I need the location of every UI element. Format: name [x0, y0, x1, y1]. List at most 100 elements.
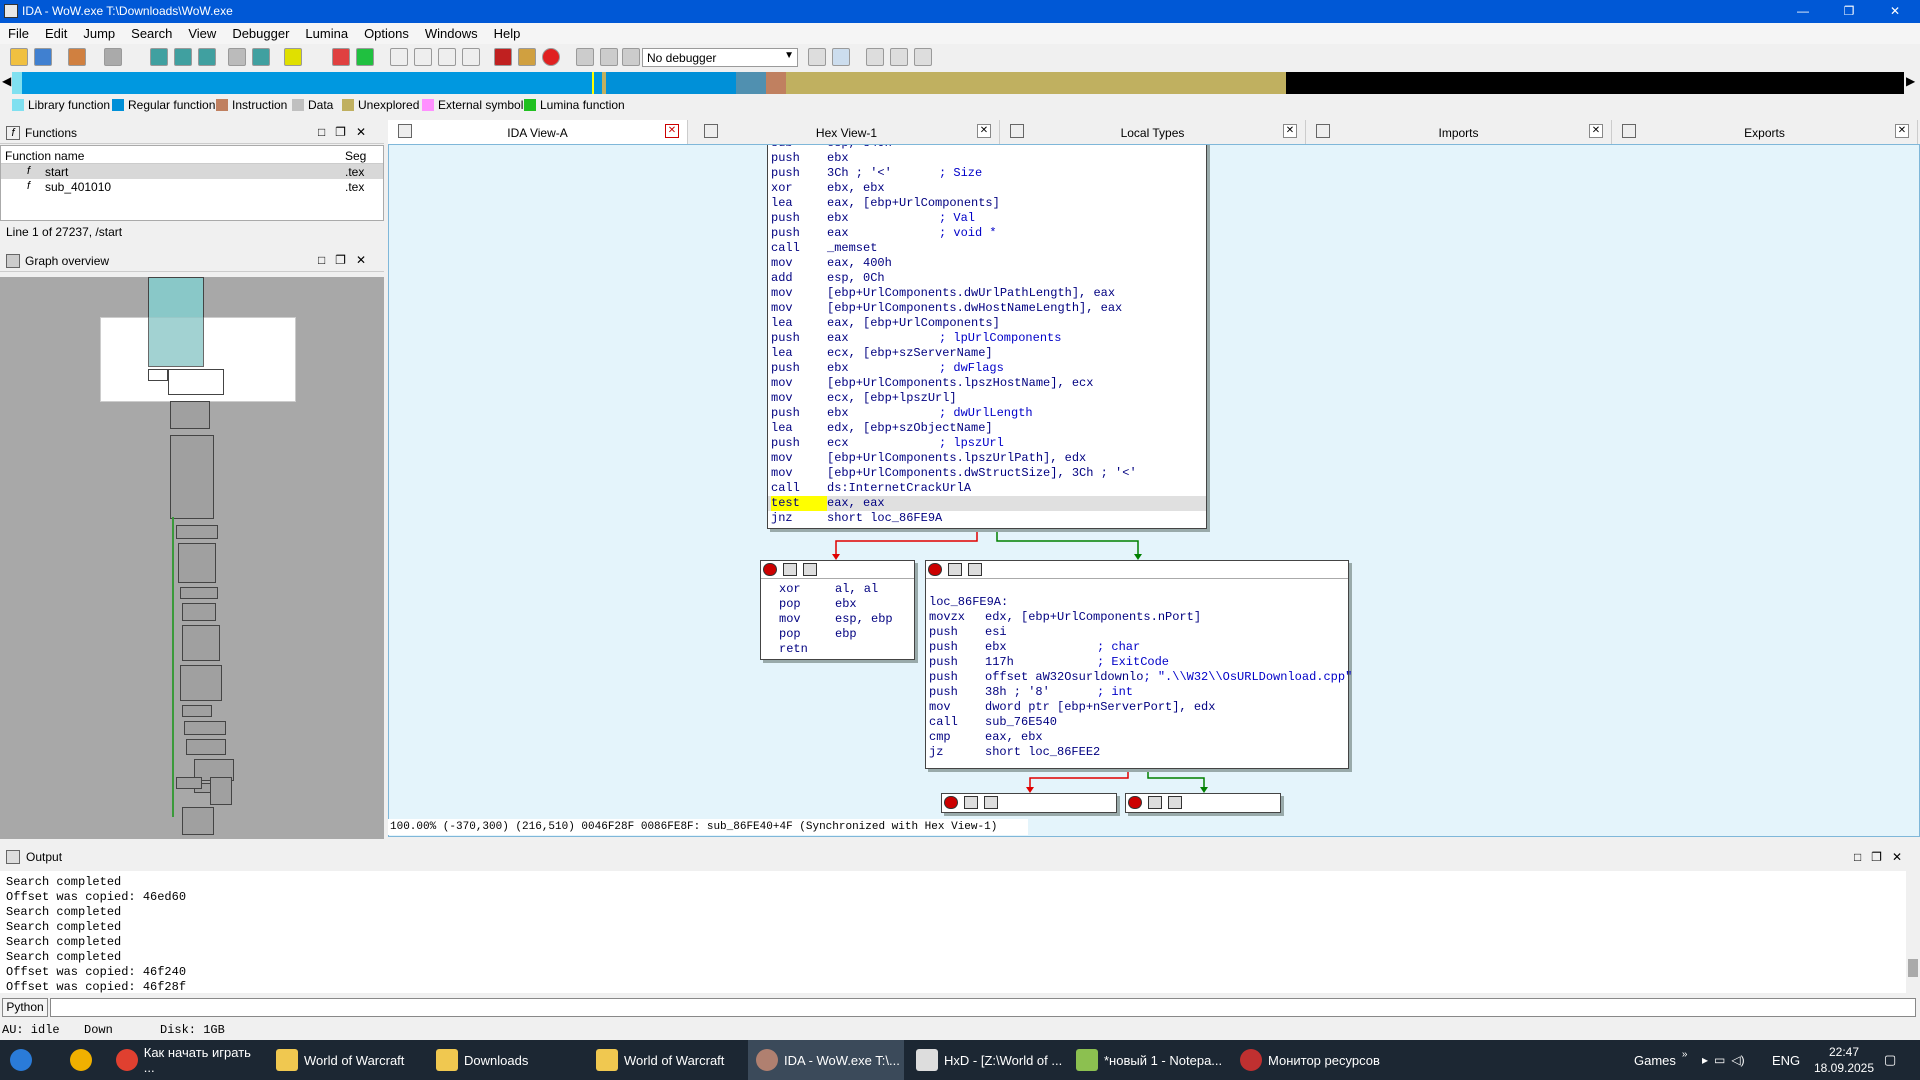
code-line[interactable]: jz short loc_86FEE2: [926, 745, 1348, 760]
graph-layout-icon[interactable]: [984, 796, 998, 809]
lumina-icon[interactable]: [356, 48, 374, 66]
code-line[interactable]: xor ebx, ebx: [768, 181, 1206, 196]
code-line[interactable]: mov eax, 400h: [768, 256, 1206, 271]
output-log[interactable]: Search completed Offset was copied: 46ed…: [0, 871, 1906, 994]
taskbar-downloads[interactable]: Downloads: [428, 1040, 584, 1080]
code-line[interactable]: pop ebx: [761, 597, 914, 612]
close-icon[interactable]: ✕: [1895, 124, 1909, 138]
back-icon[interactable]: [68, 48, 86, 66]
code-line[interactable]: mov [ebp+UrlComponents.lpszUrlPath], edx: [768, 451, 1206, 466]
open-icon[interactable]: [10, 48, 28, 66]
menu-jump[interactable]: Jump: [75, 23, 123, 41]
color-node-icon[interactable]: [928, 563, 942, 576]
code-line[interactable]: movzx edx, [ebp+UrlComponents.nPort]: [926, 610, 1348, 625]
close-icon[interactable]: ✕: [1589, 124, 1603, 138]
taskbar-folder-wow-2[interactable]: World of Warcraft: [588, 1040, 744, 1080]
options-icon-3[interactable]: [914, 48, 932, 66]
code-line[interactable]: push ebx ; dwUrlLength: [768, 406, 1206, 421]
tab-ida-view-a[interactable]: IDA View-A ✕: [388, 120, 688, 144]
code-line[interactable]: add esp, 0Ch: [768, 271, 1206, 286]
stop-icon[interactable]: [494, 48, 512, 66]
function-row[interactable]: f sub_401010 .tex: [1, 179, 383, 194]
panel-controls[interactable]: □❐✕: [1854, 850, 1912, 864]
code-line[interactable]: lea edx, [ebp+szObjectName]: [768, 421, 1206, 436]
code-line[interactable]: call _memset: [768, 241, 1206, 256]
graph-layout-icon[interactable]: [803, 563, 817, 576]
menu-debugger[interactable]: Debugger: [224, 23, 297, 41]
minimize-button[interactable]: —: [1780, 0, 1826, 23]
pause-icon[interactable]: [600, 48, 618, 66]
code-line[interactable]: push ebx ; char: [926, 640, 1348, 655]
notifications-button[interactable]: ▢: [1876, 1040, 1916, 1080]
code-line[interactable]: push offset aW32Osurldownlo; ".\\W32\\OsU…: [926, 670, 1352, 685]
code-line[interactable]: push esi: [926, 625, 1348, 640]
tab-hex-view[interactable]: Hex View-1 ✕: [694, 120, 1000, 144]
taskbar-notepad[interactable]: *новый 1 - Notepa...: [1068, 1040, 1228, 1080]
code-line[interactable]: mov [ebp+UrlComponents.dwStructSize], 3Ch…: [768, 466, 1206, 481]
close-icon[interactable]: ✕: [665, 124, 679, 138]
nav-right-arrow-icon[interactable]: ▶: [1906, 74, 1915, 88]
col-seg[interactable]: Seg: [345, 149, 366, 163]
taskbar-hxd[interactable]: HxD - [Z:\World of ...: [908, 1040, 1064, 1080]
options-icon-2[interactable]: [890, 48, 908, 66]
color-node-icon[interactable]: [763, 563, 777, 576]
taskbar-chrome[interactable]: Как начать играть ...: [108, 1040, 264, 1080]
left-code-block[interactable]: xor al, al pop ebx mov esp, ebp pop ebp retn: [760, 560, 915, 660]
function-icon[interactable]: [332, 48, 350, 66]
code-line[interactable]: retn: [761, 642, 914, 657]
breakpoint-icon[interactable]: [518, 48, 536, 66]
menu-search[interactable]: Search: [123, 23, 180, 41]
color-node-icon[interactable]: [1128, 796, 1142, 809]
restore-button[interactable]: ❐: [1826, 0, 1872, 23]
c-icon-2[interactable]: [832, 48, 850, 66]
python-input[interactable]: [50, 998, 1916, 1017]
debugger-select[interactable]: No debugger ▼: [642, 48, 798, 67]
code-line[interactable]: lea eax, [ebp+UrlComponents]: [768, 316, 1206, 331]
code-line[interactable]: subesp, 840h: [768, 145, 1206, 151]
bottom-block-1[interactable]: [941, 793, 1117, 813]
tab-local-types[interactable]: Local Types ✕: [1000, 120, 1306, 144]
code-line[interactable]: mov [ebp+UrlComponents.lpszHostName], ecx: [768, 376, 1206, 391]
rename-icon[interactable]: [1148, 796, 1162, 809]
graph-layout-icon[interactable]: [1168, 796, 1182, 809]
col-function-name[interactable]: Function name: [5, 149, 84, 163]
taskbar-games-toolbar[interactable]: Games »: [1626, 1040, 1687, 1080]
nav-left-arrow-icon[interactable]: ◀: [2, 74, 11, 88]
taskbar-pin[interactable]: [62, 1040, 102, 1080]
function-row[interactable]: f start .tex: [1, 164, 383, 179]
tray-icons[interactable]: ▸ ▭ ◁): [1694, 1040, 1774, 1080]
list-icon-4[interactable]: [228, 48, 246, 66]
rename-icon[interactable]: [964, 796, 978, 809]
graph-icon-2[interactable]: [414, 48, 432, 66]
panel-controls[interactable]: □❐✕: [318, 125, 376, 139]
start-button[interactable]: [0, 1040, 54, 1080]
menu-edit[interactable]: Edit: [37, 23, 75, 41]
code-line[interactable]: push 38h ; '8' ; int: [926, 685, 1348, 700]
jump-icon[interactable]: [252, 48, 270, 66]
rename-icon[interactable]: [783, 563, 797, 576]
code-line[interactable]: jnz short loc_86FE9A: [768, 511, 1206, 526]
tab-imports[interactable]: Imports ✕: [1306, 120, 1612, 144]
menu-lumina[interactable]: Lumina: [297, 23, 356, 41]
code-line[interactable]: mov [ebp+UrlComponents.dwHostNameLength],…: [768, 301, 1206, 316]
text-icon[interactable]: [284, 48, 302, 66]
menu-windows[interactable]: Windows: [417, 23, 486, 41]
code-line[interactable]: push ebx: [768, 151, 1206, 166]
tab-exports[interactable]: Exports ✕: [1612, 120, 1918, 144]
close-button[interactable]: ✕: [1872, 0, 1918, 23]
code-line[interactable]: cmp eax, ebx: [926, 730, 1348, 745]
code-line[interactable]: push eax ; void *: [768, 226, 1206, 241]
list-icon-2[interactable]: [174, 48, 192, 66]
code-line[interactable]: pop ebp: [761, 627, 914, 642]
code-line[interactable]: push 117h ; ExitCode: [926, 655, 1348, 670]
c-icon-1[interactable]: [808, 48, 826, 66]
taskbar-resmon[interactable]: Монитор ресурсов: [1232, 1040, 1388, 1080]
code-line[interactable]: call sub_76E540: [926, 715, 1348, 730]
code-line[interactable]: test eax, eax: [768, 496, 1206, 511]
graph-layout-icon[interactable]: [968, 563, 982, 576]
save-icon[interactable]: [34, 48, 52, 66]
code-line[interactable]: mov dword ptr [ebp+nServerPort], edx: [926, 700, 1348, 715]
graph-overview-canvas[interactable]: [0, 277, 384, 839]
python-button[interactable]: Python: [2, 998, 48, 1017]
code-line[interactable]: lea eax, [ebp+UrlComponents]: [768, 196, 1206, 211]
